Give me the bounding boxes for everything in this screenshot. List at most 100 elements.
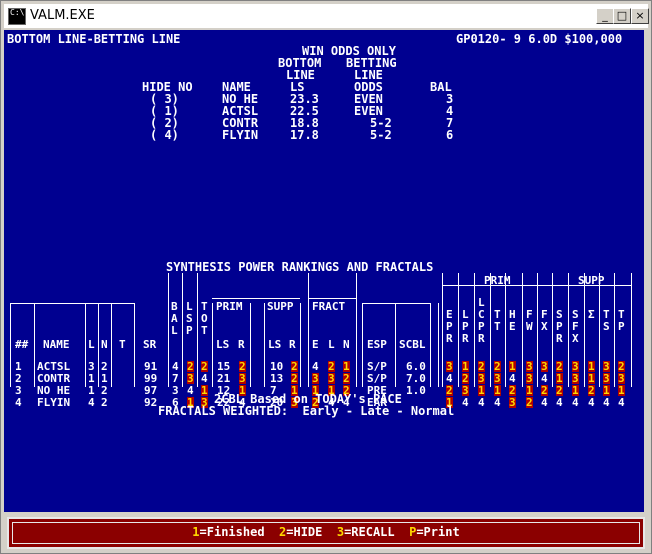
ts-header: T S xyxy=(603,308,610,333)
row-rank-spr: 1 xyxy=(556,372,563,385)
row-fn: 1 xyxy=(343,360,350,373)
row-rank-lpr: 4 xyxy=(462,396,469,409)
grid-line xyxy=(442,273,443,387)
he-header: H E xyxy=(509,308,516,333)
row-num: 4 xyxy=(15,396,22,409)
row-sr: 92 xyxy=(144,396,158,409)
row-rank-he: 2 xyxy=(509,384,516,397)
fn-header: N xyxy=(343,338,350,351)
row-rank-he: 4 xyxy=(509,372,516,385)
spr-header: S P R xyxy=(556,308,563,345)
grid-line xyxy=(264,303,265,387)
row-l: 1 xyxy=(88,372,95,385)
row-r1: 3 xyxy=(239,372,246,385)
epr-header: E P R xyxy=(446,308,453,345)
key-1[interactable]: 1 xyxy=(192,525,199,539)
row-l: 3 xyxy=(88,360,95,373)
row-rank-cpr: 2 xyxy=(478,360,485,373)
row-rank-sfx: 3 xyxy=(572,360,579,373)
grid-line xyxy=(98,303,99,387)
row-rank-epr: 4 xyxy=(446,372,453,385)
function-keys: 1=Finished 2=HIDE 3=RECALL P=Print xyxy=(9,525,643,539)
row-sr: 97 xyxy=(144,384,158,397)
row-lsp: 2 xyxy=(187,360,194,373)
grid-line xyxy=(430,303,431,387)
row-rank-sig: 1 xyxy=(588,360,595,373)
console-icon: C:\ xyxy=(8,8,26,25)
row-r1: 2 xyxy=(239,360,246,373)
key-p-label[interactable]: =Print xyxy=(416,525,459,539)
key-3-label[interactable]: =RECALL xyxy=(344,525,395,539)
row-rank-cpr: 4 xyxy=(478,396,485,409)
l-header: L xyxy=(88,338,95,351)
key-1-label[interactable]: =Finished xyxy=(200,525,265,539)
row-n: 2 xyxy=(101,360,108,373)
row-rank-sfx: 4 xyxy=(572,396,579,409)
row-n: 2 xyxy=(101,396,108,409)
row-rank-fx: 2 xyxy=(541,384,548,397)
row-rank-tt: 4 xyxy=(494,396,501,409)
row-tot: 4 xyxy=(201,372,208,385)
row-rank-tp: 2 xyxy=(618,360,625,373)
row-rank-spr: 2 xyxy=(556,384,563,397)
row-num: 1 xyxy=(15,360,22,373)
function-key-bar: 1=Finished 2=HIDE 3=RECALL P=Print xyxy=(7,517,645,549)
row-l: 4 xyxy=(88,396,95,409)
row-name: CONTR xyxy=(37,372,71,385)
close-button[interactable]: × xyxy=(631,8,649,24)
esp-header: ESP xyxy=(367,338,387,351)
lsp-header: L S P xyxy=(186,300,193,337)
row-rank-lpr: 1 xyxy=(462,360,469,373)
ls2-header: LS xyxy=(268,338,282,351)
lpr-header: L P R xyxy=(462,308,469,345)
row-rank-ts: 3 xyxy=(603,360,610,373)
row-rank-fw: 1 xyxy=(526,384,533,397)
row-l: 1 xyxy=(88,384,95,397)
row-bal: 7 xyxy=(172,372,179,385)
row-sr: 91 xyxy=(144,360,158,373)
row-tot: 2 xyxy=(201,360,208,373)
synthesis-table: PRIM SUPP FRACT PRIM SUPP ## NAME L N T SR B A LL S… xyxy=(10,273,638,408)
row-num: 2 xyxy=(15,372,22,385)
n-header: N xyxy=(101,338,108,351)
supp2-group-label: SUPP xyxy=(578,274,605,287)
maximize-button[interactable]: □ xyxy=(613,8,631,24)
row-rank-sig: 1 xyxy=(588,372,595,385)
row-scbl: 6.0 xyxy=(406,360,426,373)
row-fl: 3 xyxy=(328,372,335,385)
row-ls2: 10 xyxy=(270,360,284,373)
grid-line xyxy=(300,303,301,387)
row-rank-epr: 2 xyxy=(446,384,453,397)
row-n: 1 xyxy=(101,372,108,385)
row-rank-tt: 2 xyxy=(494,360,501,373)
console-icon-text: C:\ xyxy=(10,8,25,17)
row-rank-tp: 3 xyxy=(618,372,625,385)
supp-group-label: SUPP xyxy=(267,300,294,313)
row-rank-tp: 1 xyxy=(618,384,625,397)
grid-line xyxy=(474,273,475,387)
grid-line xyxy=(10,303,134,304)
cpr-header: L C P R xyxy=(478,296,485,345)
row-rank-lpr: 3 xyxy=(462,384,469,397)
row-rank-he: 3 xyxy=(509,396,516,409)
grid-line xyxy=(34,303,35,387)
key-3[interactable]: 3 xyxy=(337,525,344,539)
grid-line xyxy=(111,303,112,387)
e-header: E xyxy=(312,338,319,351)
sig-header: Σ xyxy=(588,308,595,321)
row-scbl: 1.0 xyxy=(406,384,426,397)
row-tot: 1 xyxy=(201,384,208,397)
fl-header: L xyxy=(328,338,335,351)
key-2-label[interactable]: =HIDE xyxy=(286,525,322,539)
synthesis-title: SYNTHESIS POWER RANKINGS AND FRACTALS xyxy=(166,260,434,274)
grid-line xyxy=(212,303,213,387)
row-rank-sfx: 3 xyxy=(572,372,579,385)
fx-header: F X xyxy=(541,308,548,333)
grid-line xyxy=(522,273,523,387)
grid-line xyxy=(505,273,506,387)
minimize-button[interactable]: _ xyxy=(596,8,614,24)
odds-bal-cell: 6 xyxy=(446,128,454,142)
row-rank-tp: 4 xyxy=(618,396,625,409)
title-bar[interactable]: C:\ VALM.EXE _ □ × xyxy=(4,4,649,28)
row-rank-cpr: 1 xyxy=(478,384,485,397)
